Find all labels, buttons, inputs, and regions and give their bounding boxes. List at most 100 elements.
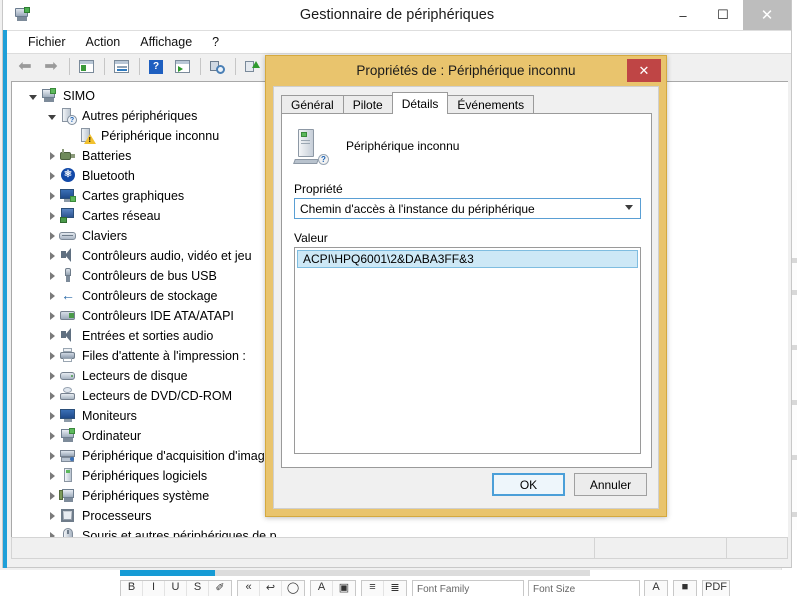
forward-icon[interactable]: ➡ <box>39 56 63 78</box>
editor-tool-icon[interactable]: ✐ <box>209 581 231 596</box>
editor-tool-icon[interactable]: ▣ <box>333 581 355 596</box>
tab-details[interactable]: Détails <box>391 92 449 114</box>
computer-icon <box>40 87 58 105</box>
tree-item-label: SIMO <box>63 88 95 103</box>
software-device-icon <box>59 467 77 485</box>
details-tab-panel: ? Périphérique inconnu Propriété Chemin … <box>281 113 652 468</box>
device-manager-icon <box>13 5 33 25</box>
toolbar-separator <box>139 58 140 75</box>
status-left <box>12 538 595 558</box>
chevron-right-icon[interactable] <box>45 306 59 326</box>
enable-device-icon[interactable] <box>240 56 264 78</box>
tree-item-label: Périphériques logiciels <box>82 468 208 483</box>
status-middle <box>595 538 727 558</box>
battery-icon <box>59 147 77 165</box>
dialog-title-bar: Propriétés de : Périphérique inconnu <box>266 56 666 84</box>
imaging-device-icon <box>59 447 77 465</box>
editor-toolbar-group-1: «↩ ◯ <box>237 580 305 596</box>
usb-icon <box>59 267 77 285</box>
chevron-right-icon[interactable] <box>45 266 59 286</box>
editor-tool-icon[interactable]: S <box>187 581 209 596</box>
display-adapter-icon <box>59 187 77 205</box>
editor-tool-icon[interactable]: I <box>143 581 165 596</box>
properties-icon[interactable] <box>109 56 133 78</box>
cancel-button[interactable]: Annuler <box>574 473 647 496</box>
chevron-down-icon[interactable] <box>45 106 59 126</box>
editor-inactive-tabs[interactable] <box>215 570 590 576</box>
chevron-right-icon[interactable] <box>45 326 59 346</box>
editor-extra-group-0: A <box>644 580 668 596</box>
print-queue-icon <box>59 347 77 365</box>
disk-drive-icon <box>59 367 77 385</box>
font-family-select[interactable]: Font Family <box>412 580 524 596</box>
tab-evenements[interactable]: Événements <box>447 95 535 114</box>
chevron-down-icon[interactable] <box>26 86 40 106</box>
tree-item-label: Autres périphériques <box>82 108 198 123</box>
font-size-select[interactable]: Font Size <box>528 580 640 596</box>
editor-active-tab[interactable] <box>120 570 215 576</box>
property-dropdown[interactable]: Chemin d'accès à l'instance du périphéri… <box>294 198 641 219</box>
audio-io-icon <box>59 327 77 345</box>
value-list-item[interactable]: ACPI\HPQ6001\2&DABA3FF&3 <box>297 250 638 268</box>
editor-tool-icon[interactable]: ≣ <box>384 581 406 596</box>
chevron-right-icon[interactable] <box>45 346 59 366</box>
chevron-right-icon[interactable] <box>45 206 59 226</box>
value-listbox[interactable]: ACPI\HPQ6001\2&DABA3FF&3 <box>294 247 641 454</box>
dialog-tabstrip: Général Pilote Détails Événements <box>281 92 535 114</box>
tab-pilote[interactable]: Pilote <box>342 95 393 114</box>
help-icon[interactable]: ? <box>144 56 168 78</box>
tab-general[interactable]: Général <box>281 95 344 114</box>
chevron-right-icon[interactable] <box>45 286 59 306</box>
chevron-right-icon[interactable] <box>45 366 59 386</box>
chevron-right-icon[interactable] <box>45 186 59 206</box>
screen: Gestionnaire de périphériques – ☐ ✕ Fich… <box>0 0 798 596</box>
unknown-device-icon: ? <box>293 128 329 165</box>
chevron-right-icon[interactable] <box>45 246 59 266</box>
editor-tool-icon[interactable]: « <box>238 581 260 596</box>
editor-extra-icon[interactable]: A <box>645 581 667 596</box>
editor-tool-icon[interactable]: ↩ <box>260 581 282 596</box>
question-badge-icon: ? <box>318 154 329 165</box>
editor-tool-icon[interactable]: B <box>121 581 143 596</box>
scan-hardware-changes-icon[interactable] <box>170 56 194 78</box>
menu-item-affichage[interactable]: Affichage <box>131 33 201 51</box>
dialog-close-button[interactable]: ✕ <box>627 59 661 82</box>
chevron-right-icon[interactable] <box>45 146 59 166</box>
tree-item-label: Périphériques système <box>82 488 210 503</box>
editor-extra-icon[interactable]: PDF <box>703 581 729 596</box>
chevron-right-icon[interactable] <box>45 226 59 246</box>
keyboard-icon <box>59 227 77 245</box>
update-driver-icon[interactable] <box>205 56 229 78</box>
menu-item-help[interactable]: ? <box>203 33 228 51</box>
chevron-right-icon[interactable] <box>45 166 59 186</box>
chevron-right-icon[interactable] <box>45 406 59 426</box>
close-button[interactable]: ✕ <box>743 0 791 30</box>
menu-item-fichier[interactable]: Fichier <box>19 33 75 51</box>
system-device-icon <box>59 487 77 505</box>
tree-item-label: Processeurs <box>82 508 152 523</box>
chevron-right-icon[interactable] <box>45 486 59 506</box>
chevron-right-icon[interactable] <box>45 466 59 486</box>
show-hidden-devices-icon[interactable] <box>74 56 98 78</box>
chevron-right-icon[interactable] <box>45 386 59 406</box>
chevron-right-icon[interactable] <box>45 446 59 466</box>
maximize-button[interactable]: ☐ <box>703 0 743 30</box>
status-bar <box>11 537 788 559</box>
editor-tool-icon[interactable]: ≡ <box>362 581 384 596</box>
chevron-right-icon[interactable] <box>45 506 59 526</box>
editor-extra-icon[interactable]: ■ <box>674 581 696 596</box>
editor-tool-icon[interactable]: U <box>165 581 187 596</box>
toolbar-separator <box>69 58 70 75</box>
tree-item-label: Contrôleurs IDE ATA/ATAPI <box>82 308 234 323</box>
toolbar-separator <box>104 58 105 75</box>
ok-button[interactable]: OK <box>492 473 565 496</box>
chevron-right-icon[interactable] <box>45 426 59 446</box>
menu-item-action[interactable]: Action <box>77 33 130 51</box>
editor-toolbar: B I U S ✐ «↩ ◯ A ▣ ≡ ≣ Font Family Font Size A ■ PDF <box>120 580 798 596</box>
editor-toolbar-group-0: B I U S ✐ <box>120 580 232 596</box>
editor-tool-icon[interactable]: ◯ <box>282 581 304 596</box>
minimize-button[interactable]: – <box>663 0 703 30</box>
editor-tool-icon[interactable]: A <box>311 581 333 596</box>
back-icon[interactable]: ⬅ <box>13 56 37 78</box>
